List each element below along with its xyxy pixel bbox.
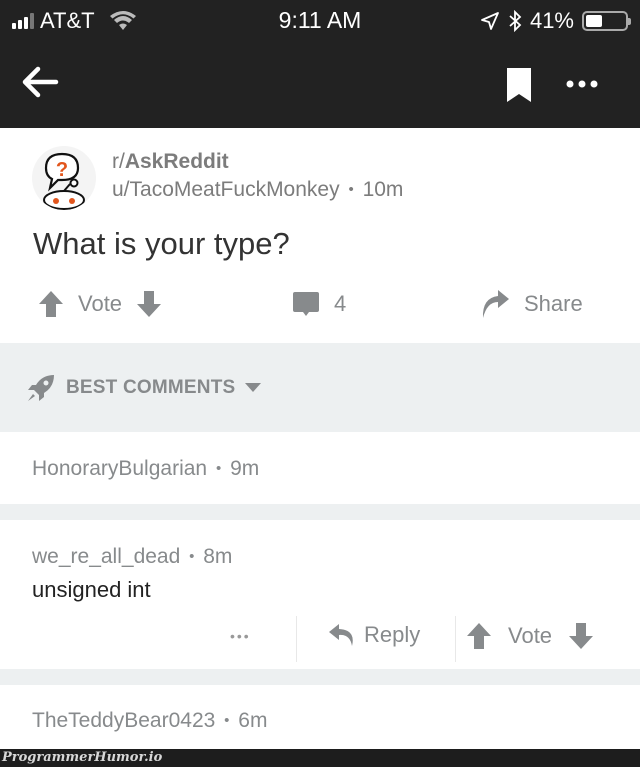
comment-item: we_re_all_dead • 8m unsigned int ••• Rep… [0,520,640,669]
post-actions: Vote 4 Share [0,288,640,328]
post-author[interactable]: u/TacoMeatFuckMonkey [112,178,340,201]
comments-button[interactable]: 4 [292,288,346,320]
post-card: ? r/AskReddit u/TacoMeatFuckMonkey • 10m… [0,128,640,343]
top-bar: AT&T 9:11 AM 41% [0,0,640,128]
reply-button[interactable]: Reply [328,622,420,648]
sort-bar: BEST COMMENTS [0,343,640,432]
upvote-icon[interactable] [466,622,492,650]
back-arrow-icon[interactable] [20,62,60,102]
downvote-icon[interactable] [568,622,594,650]
bluetooth-icon [509,10,522,32]
meta-separator: • [224,712,230,729]
meta-separator: • [189,548,195,565]
share-label: Share [524,291,583,316]
comment-more-button[interactable]: ••• [230,628,251,644]
battery-icon [582,11,631,31]
comment-count: 4 [334,291,347,316]
watermark-bar: ProgrammerHumor.io [0,749,640,767]
subreddit-link[interactable]: r/AskReddit [112,150,229,174]
reply-arrow-icon [329,624,353,646]
comment-author[interactable]: TheTeddyBear0423 [32,709,215,732]
post-age: 10m [362,178,404,201]
comment-body: unsigned int [32,577,151,602]
comment-age: 6m [238,709,268,732]
navigation-bar [0,42,640,128]
post-meta: u/TacoMeatFuckMonkey • 10m [112,178,403,202]
meta-separator: • [215,460,222,477]
comment-vote-group: Vote [466,622,594,650]
comment-item: HonoraryBulgarian • 9m [0,432,640,504]
subreddit-name: AskReddit [124,150,229,173]
comment-divider [0,504,640,520]
comment-item: TheTeddyBear0423 • 6m [0,685,640,749]
comment-meta: we_re_all_dead • 8m [32,545,232,569]
askreddit-logo-icon: ? [43,152,85,210]
bookmark-icon[interactable] [505,67,533,103]
svg-text:?: ? [56,159,68,181]
vote-label: Vote [78,291,123,316]
comment-meta: TheTeddyBear0423 • 6m [32,709,267,733]
location-arrow-icon [481,12,499,30]
action-separator [455,616,456,662]
share-arrow-icon [482,290,509,318]
action-separator [296,616,297,662]
comment-age: 8m [203,545,233,568]
rocket-icon [28,375,54,401]
comment-meta: HonoraryBulgarian • 9m [32,457,259,481]
comment-author[interactable]: HonoraryBulgarian [32,457,207,480]
battery-percent: 41% [529,8,574,33]
comment-author[interactable]: we_re_all_dead [32,545,180,568]
sort-dropdown[interactable]: BEST COMMENTS [26,373,262,403]
downvote-icon[interactable] [136,290,162,318]
upvote-icon[interactable] [38,290,64,318]
watermark-text: ProgrammerHumor.io [2,750,163,765]
share-button[interactable]: Share [480,288,583,320]
status-bar: AT&T 9:11 AM 41% [0,0,640,42]
comment-divider [0,669,640,685]
post-title: What is your type? [33,226,290,261]
comment-bubble-icon [293,292,319,316]
chevron-down-icon [245,383,262,392]
subreddit-prefix: r/ [112,150,125,173]
meta-separator: • [348,181,354,198]
subreddit-avatar[interactable]: ? [32,146,96,210]
more-options-icon[interactable] [562,72,602,96]
reply-label: Reply [364,622,421,647]
comment-actions: ••• Reply Vote [0,610,640,666]
post-vote-group: Vote [38,288,162,320]
sort-label: BEST COMMENTS [66,377,236,398]
vote-label: Vote [508,623,553,648]
comment-age: 9m [230,457,260,480]
